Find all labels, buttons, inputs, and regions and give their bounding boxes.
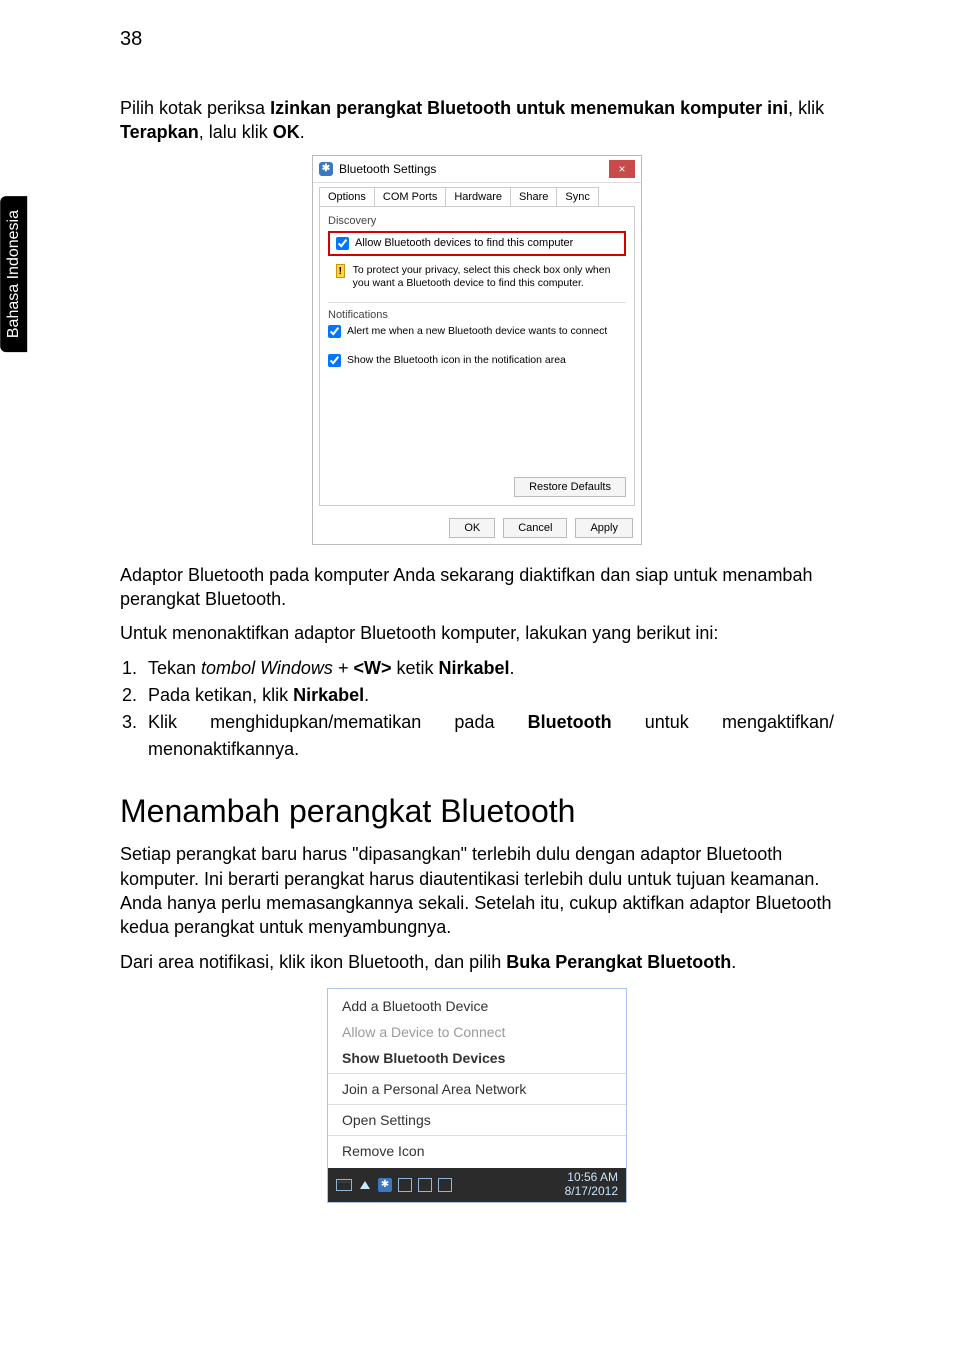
text: ketik (391, 658, 438, 678)
tab-com-ports[interactable]: COM Ports (374, 187, 446, 206)
menu-item-add-device[interactable]: Add a Bluetooth Device (328, 993, 626, 1019)
tab-share[interactable]: Share (510, 187, 557, 206)
bluetooth-settings-dialog: ✱ Bluetooth Settings × Options COM Ports… (312, 155, 642, 545)
tray-time: 10:56 AM (565, 1171, 618, 1185)
text-bold: Nirkabel (293, 685, 364, 705)
notifications-group-label: Notifications (328, 309, 626, 321)
warning-icon: ! (336, 264, 345, 278)
body-paragraph-1: Adaptor Bluetooth pada komputer Anda sek… (120, 563, 834, 612)
menu-separator (328, 1135, 626, 1136)
tray-network-icon[interactable] (398, 1178, 412, 1192)
dialog-tabs: Options COM Ports Hardware Share Sync (313, 183, 641, 206)
text: + (333, 658, 354, 678)
allow-devices-checkbox[interactable] (336, 237, 349, 250)
privacy-warning: ! To protect your privacy, select this c… (336, 264, 626, 290)
show-icon-checkbox[interactable] (328, 354, 341, 367)
tab-sync[interactable]: Sync (556, 187, 598, 206)
restore-defaults-button[interactable]: Restore Defaults (514, 477, 626, 497)
intro-paragraph: Pilih kotak periksa Izinkan perangkat Bl… (120, 96, 834, 145)
menu-item-join-pan[interactable]: Join a Personal Area Network (328, 1076, 626, 1102)
warning-text: To protect your privacy, select this che… (353, 264, 626, 290)
close-button[interactable]: × (609, 160, 635, 178)
list-item: Klik menghidupkan/mematikan pada Bluetoo… (142, 709, 834, 763)
alert-checkbox[interactable] (328, 325, 341, 338)
page-number: 38 (120, 28, 142, 51)
tray-expand-icon[interactable] (360, 1181, 370, 1189)
ok-button[interactable]: OK (449, 518, 495, 538)
show-icon-label: Show the Bluetooth icon in the notificat… (347, 354, 566, 366)
discovery-group-label: Discovery (328, 215, 626, 227)
context-menu-list: Add a Bluetooth Device Allow a Device to… (328, 989, 626, 1168)
text-bold: Nirkabel (438, 658, 509, 678)
steps-list: Tekan tombol Windows + <W> ketik Nirkabe… (120, 655, 834, 763)
text: . (364, 685, 369, 705)
apply-button[interactable]: Apply (575, 518, 633, 538)
tray-clock[interactable]: 10:56 AM 8/17/2012 (565, 1171, 618, 1199)
tray-battery-icon[interactable] (418, 1178, 432, 1192)
text: . (731, 952, 736, 972)
body-paragraph-2: Untuk menonaktifkan adaptor Bluetooth ko… (120, 621, 834, 645)
text: . (510, 658, 515, 678)
text-bold: Buka Perangkat Bluetooth (506, 952, 731, 972)
language-side-tab: Bahasa Indonesia (0, 196, 27, 352)
text-bold: OK (273, 122, 300, 142)
menu-separator (328, 1073, 626, 1074)
dialog-tab-body: Discovery Allow Bluetooth devices to fin… (319, 206, 635, 506)
menu-item-show-devices[interactable]: Show Bluetooth Devices (328, 1045, 626, 1071)
body2-paragraph-1: Setiap perangkat baru harus "dipasangkan… (120, 842, 834, 939)
alert-label: Alert me when a new Bluetooth device wan… (347, 325, 607, 337)
section-heading: Menambah perangkat Bluetooth (120, 793, 834, 830)
body2-paragraph-2: Dari area notifikasi, klik ikon Bluetoot… (120, 950, 834, 974)
text-bold: Terapkan (120, 122, 199, 142)
allow-devices-highlight: Allow Bluetooth devices to find this com… (328, 231, 626, 256)
dialog-titlebar: ✱ Bluetooth Settings × (313, 156, 641, 183)
list-item: Tekan tombol Windows + <W> ketik Nirkabe… (142, 655, 834, 682)
bluetooth-context-menu: Add a Bluetooth Device Allow a Device to… (327, 988, 627, 1203)
text: Dari area notifikasi, klik ikon Bluetoot… (120, 952, 506, 972)
cancel-button[interactable]: Cancel (503, 518, 567, 538)
dialog-footer: OK Cancel Apply (313, 512, 641, 544)
tab-hardware[interactable]: Hardware (445, 187, 511, 206)
tray-volume-icon[interactable] (438, 1178, 452, 1192)
notifications-group: Notifications Alert me when a new Blueto… (328, 302, 626, 338)
text: Tekan (148, 658, 201, 678)
text: Pada ketikan, klik (148, 685, 293, 705)
text: Pilih kotak periksa (120, 98, 270, 118)
text-bold: Bluetooth (528, 712, 612, 732)
tab-options[interactable]: Options (319, 187, 375, 206)
text-bold: Izinkan perangkat Bluetooth untuk menemu… (270, 98, 788, 118)
text: , klik (788, 98, 824, 118)
text-bold: <W> (353, 658, 391, 678)
text: . (300, 122, 305, 142)
menu-item-open-settings[interactable]: Open Settings (328, 1107, 626, 1133)
tray-date: 8/17/2012 (565, 1185, 618, 1199)
system-tray: ✱ 10:56 AM 8/17/2012 (328, 1168, 626, 1202)
keyboard-icon[interactable] (336, 1179, 352, 1191)
menu-item-remove-icon[interactable]: Remove Icon (328, 1138, 626, 1164)
allow-devices-label: Allow Bluetooth devices to find this com… (355, 237, 573, 249)
bluetooth-icon: ✱ (319, 162, 333, 176)
text: Klik menghidupkan/mematikan pada (148, 712, 528, 732)
text: , lalu klik (199, 122, 273, 142)
dialog-title: Bluetooth Settings (339, 162, 436, 176)
list-item: Pada ketikan, klik Nirkabel. (142, 682, 834, 709)
menu-separator (328, 1104, 626, 1105)
text-italic: tombol Windows (201, 658, 333, 678)
menu-item-allow-connect: Allow a Device to Connect (328, 1019, 626, 1045)
tray-bluetooth-icon[interactable]: ✱ (378, 1178, 392, 1192)
